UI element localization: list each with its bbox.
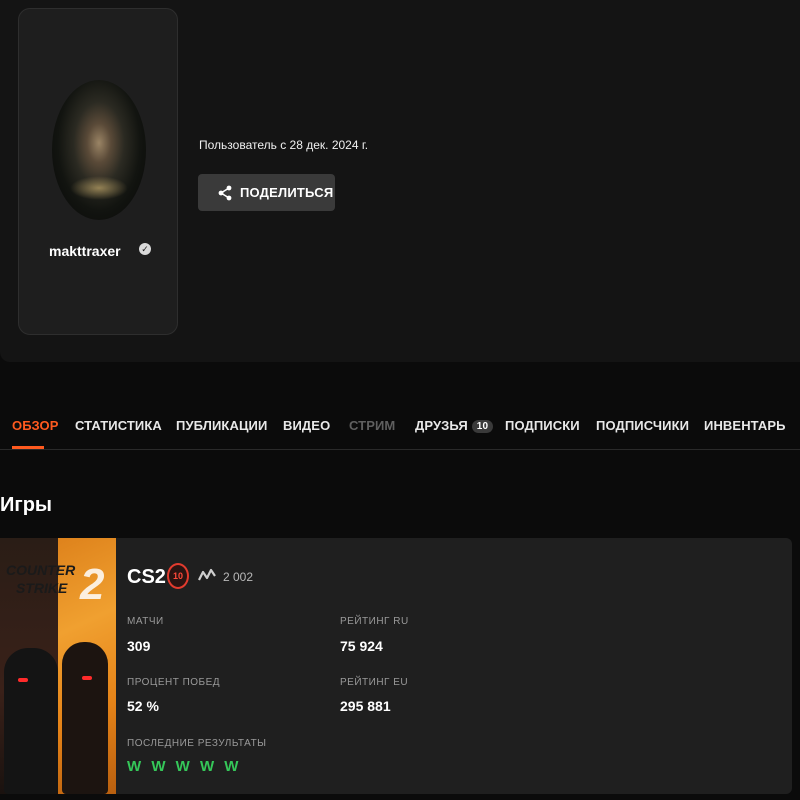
rating-ru-value: 75 924 bbox=[340, 638, 383, 654]
member-since: Пользователь с 28 дек. 2024 г. bbox=[199, 138, 369, 152]
rating-eu-value: 295 881 bbox=[340, 698, 391, 714]
share-button[interactable]: ПОДЕЛИТЬСЯ bbox=[198, 174, 335, 211]
avatar[interactable] bbox=[52, 80, 146, 220]
game-cover-art: 2 COUNTER STRIKE bbox=[0, 538, 116, 794]
tab-stream[interactable]: СТРИМ bbox=[349, 418, 395, 433]
winrate-label: ПРОЦЕНТ ПОБЕД bbox=[127, 677, 221, 688]
cover-logo-number: 2 bbox=[80, 560, 105, 609]
tab-subscriptions[interactable]: ПОДПИСКИ bbox=[505, 418, 580, 433]
elo-icon bbox=[198, 568, 216, 581]
figure-eye bbox=[82, 676, 92, 680]
cover-logo-text-2: STRIKE bbox=[16, 580, 68, 596]
elo-value: 2 002 bbox=[223, 570, 254, 584]
matches-value: 309 bbox=[127, 638, 151, 654]
profile-card: makttraxer ✓ bbox=[18, 8, 178, 335]
verified-icon: ✓ bbox=[139, 243, 151, 255]
winrate-value: 52 % bbox=[127, 698, 159, 714]
cover-figure-right bbox=[62, 642, 108, 794]
tab-friends[interactable]: ДРУЗЬЯ 10 bbox=[415, 418, 494, 433]
avatar-glow bbox=[70, 176, 128, 200]
active-tab-indicator bbox=[12, 446, 44, 449]
rating-eu-label: РЕЙТИНГ EU bbox=[340, 677, 409, 688]
recent-results: W W W W W bbox=[127, 758, 242, 775]
games-section-title: Игры bbox=[0, 494, 53, 516]
profile-tabs: ОБЗОР СТАТИСТИКА ПУБЛИКАЦИИ ВИДЕО СТРИМ … bbox=[0, 400, 800, 450]
username: makttraxer bbox=[49, 243, 121, 259]
tab-video[interactable]: ВИДЕО bbox=[283, 418, 330, 433]
cover-logo-text-1: COUNTER bbox=[6, 562, 76, 578]
matches-label: МАТЧИ bbox=[127, 616, 164, 627]
tab-inventory[interactable]: ИНВЕНТАРЬ bbox=[704, 418, 786, 433]
share-icon bbox=[218, 185, 232, 200]
tab-statistics[interactable]: СТАТИСТИКА bbox=[75, 418, 162, 433]
game-name: CS2 bbox=[127, 566, 166, 588]
figure-eye bbox=[18, 678, 28, 682]
tab-overview[interactable]: ОБЗОР bbox=[12, 418, 59, 433]
profile-header: makttraxer ✓ Пользователь с 28 дек. 2024… bbox=[0, 0, 800, 362]
game-card-cs2[interactable]: 2 COUNTER STRIKE CS2 10 2 002 МАТЧИ 309 … bbox=[0, 538, 792, 794]
skill-level-badge: 10 bbox=[167, 563, 189, 589]
cover-figure-left bbox=[4, 648, 58, 794]
tab-publications[interactable]: ПУБЛИКАЦИИ bbox=[176, 418, 267, 433]
rating-ru-label: РЕЙТИНГ RU bbox=[340, 616, 409, 627]
recent-results-label: ПОСЛЕДНИЕ РЕЗУЛЬТАТЫ bbox=[127, 738, 267, 749]
tab-subscribers[interactable]: ПОДПИСЧИКИ bbox=[596, 418, 689, 433]
tab-friends-label: ДРУЗЬЯ bbox=[415, 418, 468, 433]
friends-count-badge: 10 bbox=[471, 420, 494, 433]
share-label: ПОДЕЛИТЬСЯ bbox=[240, 185, 334, 200]
